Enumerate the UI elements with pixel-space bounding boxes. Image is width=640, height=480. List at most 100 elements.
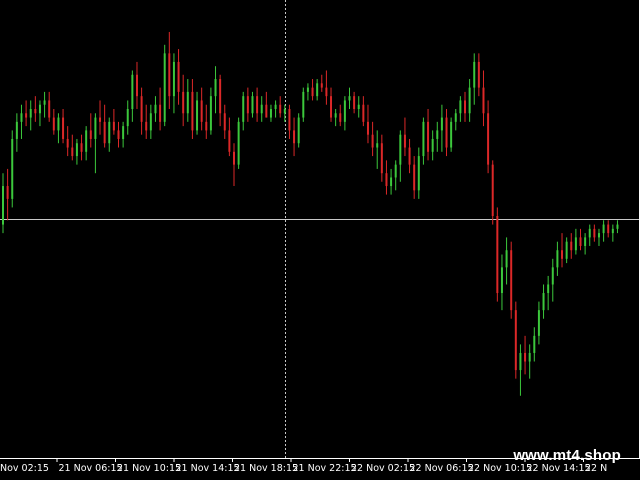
candle [288, 104, 291, 139]
candle-body [223, 113, 226, 131]
candle-body [233, 151, 235, 165]
candle [20, 104, 23, 139]
candle-body [269, 109, 272, 118]
candle [366, 104, 369, 144]
candle-body [94, 117, 97, 139]
candle [80, 134, 83, 161]
candle [561, 233, 564, 268]
candle [117, 121, 120, 148]
candle-body [172, 61, 175, 97]
candle [343, 96, 346, 131]
candle-body [306, 87, 309, 92]
candle-body [126, 109, 129, 127]
candle-body [399, 134, 402, 165]
candle [602, 220, 605, 242]
candle-body [182, 91, 185, 114]
candle-body [607, 224, 610, 234]
candle-body [565, 241, 568, 259]
time-tick-label: 21 Nov 10:15 [117, 463, 181, 474]
candle [62, 109, 65, 144]
candle-body [611, 228, 614, 234]
candle [385, 160, 388, 195]
candle [427, 109, 430, 161]
time-tick-label: 21 Nov 18:15 [234, 463, 298, 474]
candle [209, 87, 212, 135]
candle [524, 335, 527, 375]
watermark-text: www.mt4.shop [513, 447, 621, 464]
candle [519, 344, 522, 396]
candle [75, 138, 78, 165]
candle [283, 104, 286, 122]
candle [191, 79, 194, 139]
candle-body [570, 241, 573, 251]
candle [537, 301, 540, 345]
candle [565, 237, 568, 264]
candle [482, 70, 485, 127]
candle-body [242, 96, 245, 122]
candle [611, 224, 614, 242]
candle [274, 100, 277, 118]
time-tick-label: Nov 02:15 [0, 463, 49, 474]
candle-body [48, 100, 51, 118]
candle [246, 87, 249, 122]
candle-body [117, 130, 120, 139]
candle [223, 104, 226, 139]
candle-body [131, 74, 134, 109]
candle-body [325, 87, 328, 97]
candle [108, 117, 111, 152]
candle-body [459, 100, 462, 114]
candle [468, 79, 471, 122]
candle-body [473, 61, 476, 88]
candle [616, 220, 619, 234]
candle-body [427, 121, 430, 152]
candle-body [122, 126, 125, 139]
candle [450, 117, 453, 152]
candle-body [330, 96, 333, 118]
candle [11, 130, 14, 208]
candle [491, 160, 494, 225]
candle [145, 104, 148, 139]
candle-body [57, 117, 60, 131]
candle-body [524, 352, 527, 362]
candle-body [496, 216, 499, 294]
candle [112, 109, 115, 135]
candle [200, 87, 203, 131]
candle-body [43, 100, 46, 105]
candle-body [366, 121, 369, 135]
candle [265, 91, 268, 118]
candle-body [200, 100, 203, 122]
candle [293, 117, 296, 157]
candle [279, 96, 282, 118]
candle [371, 121, 374, 157]
candle [154, 96, 157, 122]
candle [551, 258, 554, 302]
candle [593, 224, 596, 242]
candle-body [288, 109, 291, 131]
candle [547, 275, 550, 311]
candle-body [353, 96, 356, 109]
candles [2, 31, 619, 396]
candle-body [154, 104, 157, 114]
candle [43, 91, 46, 118]
candle-body [85, 130, 88, 152]
candle-body [149, 113, 152, 131]
candle [505, 237, 508, 285]
candle [579, 228, 582, 251]
candle [260, 96, 263, 122]
candle-body [246, 96, 249, 114]
candle [159, 87, 162, 131]
candle [25, 100, 28, 127]
candle-body [343, 100, 346, 122]
candle [334, 109, 337, 127]
candle-body [214, 79, 217, 97]
candle-body [616, 224, 619, 229]
candle [94, 113, 97, 174]
candle [487, 100, 490, 174]
candle-body [431, 138, 434, 152]
candle [140, 87, 143, 135]
candle [607, 220, 610, 238]
candle-body [186, 91, 189, 114]
candlestick-chart: Nov 02:15 21 Nov 06:1521 Nov 10:1521 Nov … [0, 0, 640, 474]
candle-body [283, 109, 286, 114]
candle-body [168, 53, 171, 97]
